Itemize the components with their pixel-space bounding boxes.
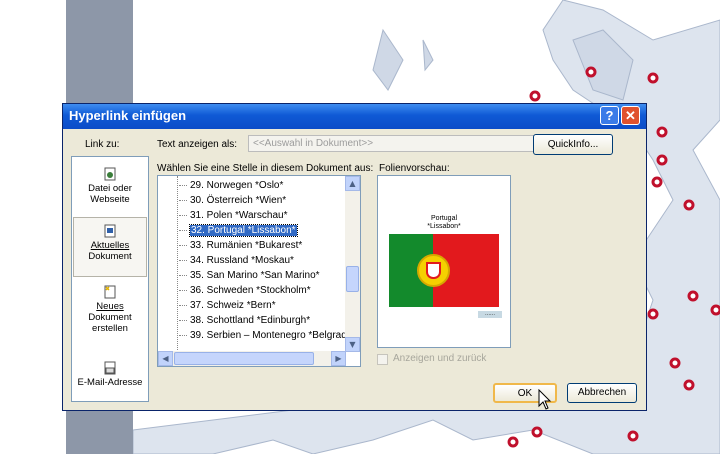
slide-tree[interactable]: 29. Norwegen *Oslo* 30. Österreich *Wien… [157,175,361,367]
link-to-bar: Datei oder Webseite Aktuelles Dokument N… [71,156,149,402]
scroll-down-icon[interactable]: ▼ [345,337,360,352]
dialog-title: Hyperlink einfügen [69,108,187,123]
slide-thumbnail: Portugal *Lissabon* ...... [381,210,507,318]
tree-horizontal-scrollbar[interactable]: ◀ ▶ [158,351,346,366]
scroll-left-icon[interactable]: ◀ [158,351,173,366]
tree-connector [177,176,178,352]
tree-item[interactable]: 35. San Marino *San Marino* [179,268,320,283]
preview-label: Folienvorschau: [379,163,450,174]
tree-item[interactable]: 36. Schweden *Stockholm* [179,283,311,298]
mouse-cursor-icon [538,389,552,410]
tree-item-selected[interactable]: 32. Portugal *Lissabon* [179,223,298,238]
show-return-checkbox[interactable] [377,354,388,365]
show-return-label: Anzeigen und zurück [393,353,487,364]
tree-item[interactable]: 34. Russland *Moskau* [179,253,294,268]
cancel-button[interactable]: Abbrechen [567,383,637,403]
link-to-new-document[interactable]: Neues Dokument erstellen [73,285,147,334]
link-to-file-web[interactable]: Datei oder Webseite [73,167,147,205]
help-button[interactable]: ? [600,106,619,125]
slide-preview: Portugal *Lissabon* ...... [377,175,511,348]
hyperlink-dialog: Hyperlink einfügen ? ✕ Link zu: Text anz… [62,103,647,411]
scroll-hthumb[interactable] [174,352,314,365]
portugal-flag [389,234,499,307]
email-icon [104,361,116,375]
tree-item[interactable]: 39. Serbien – Montenegro *Belgrad* [179,328,351,343]
tree-item[interactable]: 37. Schweiz *Bern* [179,298,276,313]
tree-item[interactable]: 30. Österreich *Wien* [179,193,286,208]
tree-item[interactable]: 33. Rumänien *Bukarest* [179,238,302,253]
tree-vertical-scrollbar[interactable]: ▲ ▼ [345,176,360,352]
new-document-icon [104,285,116,299]
place-label: Wählen Sie eine Stelle in diesem Dokumen… [157,163,374,174]
flag-emblem-icon [417,254,450,287]
link-to-email[interactable]: E-Mail-Adresse [73,361,147,388]
tree-item[interactable]: 31. Polen *Warschau* [179,208,287,223]
file-web-icon [104,167,116,181]
link-to-current-document[interactable]: Aktuelles Dokument [73,217,147,277]
tree-item[interactable]: 38. Schottland *Edinburgh* [179,313,310,328]
scroll-right-icon[interactable]: ▶ [331,351,346,366]
close-button[interactable]: ✕ [621,106,640,125]
slide-title: Portugal *Lissabon* [427,215,461,230]
link-to-label: Link zu: [85,139,120,150]
scroll-up-icon[interactable]: ▲ [345,176,360,191]
dialog-titlebar[interactable]: Hyperlink einfügen ? ✕ [63,104,646,129]
quickinfo-button[interactable]: QuickInfo... [533,134,613,155]
current-document-icon [104,224,116,238]
text-display-label: Text anzeigen als: [157,139,238,150]
tree-item[interactable]: 29. Norwegen *Oslo* [179,178,283,193]
slide-number: ...... [478,311,502,318]
scroll-thumb[interactable] [346,266,359,292]
